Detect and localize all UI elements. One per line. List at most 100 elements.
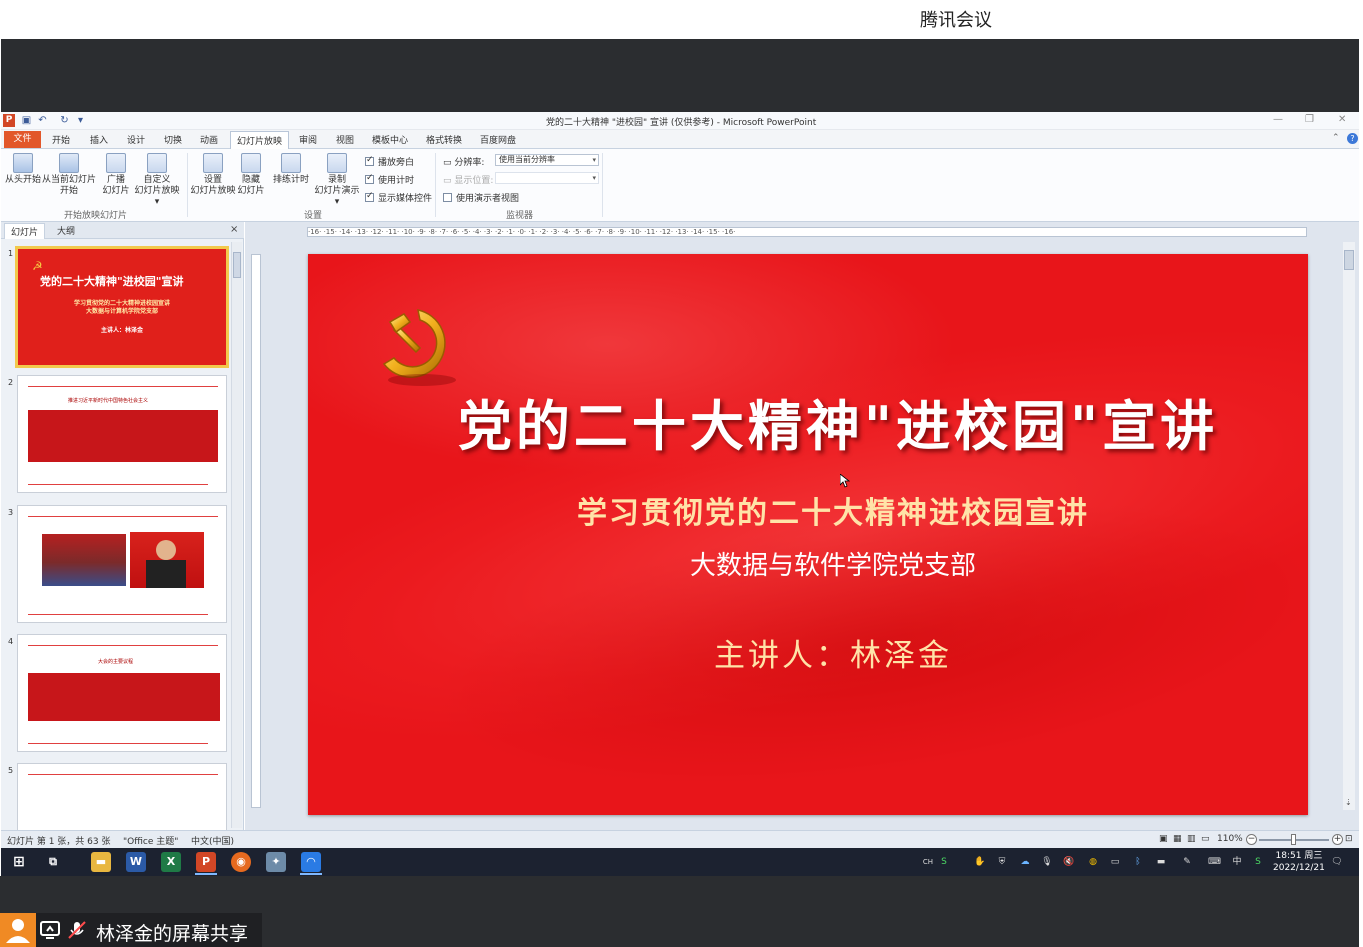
hand-icon[interactable]: ✋: [974, 856, 986, 868]
hide-slide-button[interactable]: 隐藏 幻灯片: [237, 153, 265, 197]
zoom-in-button[interactable]: +: [1332, 834, 1343, 845]
slide-thumbnail-2[interactable]: 推进习近平新时代中国特色社会主义: [17, 375, 227, 493]
tab-transitions[interactable]: 切换: [164, 133, 182, 146]
pane-scroll-thumb[interactable]: [233, 252, 241, 278]
slide-sorter-icon[interactable]: ▦: [1173, 834, 1182, 844]
help-icon[interactable]: ?: [1347, 133, 1358, 144]
presenter-view-checkbox[interactable]: 使用演示者视图: [443, 191, 519, 204]
keyboard-icon[interactable]: ⌨: [1208, 856, 1221, 868]
editor-scrollbar[interactable]: ⇣: [1343, 242, 1355, 810]
tab-slides[interactable]: 幻灯片: [4, 223, 46, 239]
display-tray-icon[interactable]: ▭: [1109, 856, 1121, 868]
editor-scroll-thumb[interactable]: [1344, 250, 1354, 270]
close-pane-icon[interactable]: ×: [230, 224, 238, 235]
checkbox-timings[interactable]: [365, 173, 374, 184]
save-icon[interactable]: ▣: [21, 115, 32, 126]
word-icon[interactable]: W: [126, 852, 146, 872]
tab-view[interactable]: 视图: [336, 133, 354, 146]
checkbox-presenter-view[interactable]: [443, 193, 452, 202]
firefox-icon[interactable]: ◉: [231, 852, 251, 872]
notification-icon[interactable]: 🗨: [1331, 856, 1343, 868]
windows-start-icon[interactable]: ⊞: [9, 852, 29, 872]
record-slideshow-button[interactable]: 录制 幻灯片演示 ▾: [311, 153, 363, 208]
battery-icon[interactable]: ▬: [1155, 856, 1167, 868]
setup-slideshow-button[interactable]: 设置 幻灯片放映: [189, 153, 237, 197]
zoom-out-button[interactable]: −: [1246, 834, 1257, 845]
pen-icon[interactable]: ✎: [1181, 856, 1193, 868]
tab-outline[interactable]: 大纲: [57, 224, 75, 237]
cloud-icon[interactable]: ☁: [1019, 856, 1031, 868]
pane-scrollbar[interactable]: [231, 242, 242, 828]
tab-home[interactable]: 开始: [52, 133, 70, 146]
slide-thumbnail-4[interactable]: 大会的主要议程: [17, 634, 227, 752]
slide-thumbnail-5[interactable]: [17, 763, 227, 833]
custom-slideshow-button[interactable]: 自定义 幻灯片放映 ▾: [132, 153, 182, 208]
file-explorer-icon[interactable]: ▬: [91, 852, 111, 872]
slide-thumbnail-3[interactable]: [17, 505, 227, 623]
tab-review[interactable]: 审阅: [299, 133, 317, 146]
tab-template-center[interactable]: 模板中心: [372, 133, 408, 146]
current-slide[interactable]: 党的二十大精神"进校园"宣讲 学习贯彻党的二十大精神进校园宣讲 大数据与软件学院…: [308, 254, 1308, 815]
resolution-dropdown[interactable]: 使用当前分辨率 ▾: [495, 154, 599, 166]
minimize-icon[interactable]: —: [1273, 114, 1283, 125]
redo-icon[interactable]: ↻: [59, 115, 70, 126]
system-clock[interactable]: 18:51 周三 2022/12/21: [1273, 850, 1325, 874]
slide-thumbnail-1[interactable]: ☭ 党的二十大精神"进校园"宣讲 学习贯彻党的二十大精神进校园宣讲 大数据与计算…: [15, 246, 229, 368]
tencent-meeting-icon[interactable]: ◠: [301, 852, 321, 872]
wechat-icon[interactable]: ◍: [1087, 856, 1099, 868]
powerpoint-taskbar-icon[interactable]: P: [196, 852, 216, 872]
slide-subtitle[interactable]: 学习贯彻党的二十大精神进校园宣讲: [308, 488, 1308, 532]
tab-format-convert[interactable]: 格式转换: [426, 133, 462, 146]
task-view-icon[interactable]: ⧉: [43, 852, 63, 872]
tab-design[interactable]: 设计: [127, 133, 145, 146]
play-narrations-checkbox[interactable]: 播放旁白: [365, 155, 414, 168]
broadcast-button[interactable]: 广播 幻灯片: [101, 153, 131, 197]
speaker-photo: [130, 532, 204, 588]
undo-icon[interactable]: ↶: [37, 115, 48, 126]
checkbox-media-controls[interactable]: [365, 191, 374, 202]
tab-slideshow[interactable]: 幻灯片放映: [230, 131, 290, 149]
restore-icon[interactable]: ❐: [1305, 114, 1314, 125]
zoom-level[interactable]: 110%: [1217, 834, 1243, 844]
ime-mode[interactable]: CH: [922, 856, 934, 868]
zoom-slider-handle[interactable]: [1291, 834, 1296, 845]
tab-insert[interactable]: 插入: [90, 133, 108, 146]
shield-icon[interactable]: ⛨: [996, 856, 1008, 868]
show-on-dropdown[interactable]: ▾: [495, 172, 599, 184]
from-current-button[interactable]: 从当前幻灯片 开始: [41, 153, 97, 197]
normal-view-icon[interactable]: ▣: [1159, 834, 1168, 844]
customize-toolbar-icon[interactable]: ▾: [75, 115, 86, 126]
tab-baidu-netdisk[interactable]: 百度网盘: [480, 133, 516, 146]
sogou-icon[interactable]: S: [938, 856, 950, 868]
ime-language[interactable]: 中: [1231, 856, 1243, 868]
rehearse-timings-button[interactable]: 排练计时: [271, 153, 311, 186]
slide-department[interactable]: 大数据与软件学院党支部: [308, 545, 1308, 582]
microphone-icon[interactable]: 🎙: [1041, 856, 1053, 868]
settings-app-icon[interactable]: ✦: [266, 852, 286, 872]
bluetooth-icon[interactable]: ᛒ: [1132, 856, 1144, 868]
show-media-controls-checkbox[interactable]: 显示媒体控件: [365, 191, 432, 204]
reading-view-icon[interactable]: ▥: [1187, 834, 1196, 844]
fit-slide-icon[interactable]: ⊡: [1345, 834, 1353, 844]
from-beginning-button[interactable]: 从头开始: [4, 153, 42, 186]
participant-avatar[interactable]: [0, 913, 36, 947]
slide-title[interactable]: 党的二十大精神"进校园"宣讲: [408, 382, 1268, 461]
use-timings-checkbox[interactable]: 使用计时: [365, 173, 414, 186]
screen-share-icon[interactable]: [39, 919, 61, 941]
sogou-input-icon[interactable]: S: [1252, 856, 1264, 868]
next-slide-icon[interactable]: ⇣: [1345, 798, 1352, 807]
checkbox-narrations[interactable]: [365, 155, 374, 166]
close-icon[interactable]: ✕: [1338, 114, 1346, 125]
tab-animations[interactable]: 动画: [200, 133, 218, 146]
slideshow-view-icon[interactable]: ▭: [1201, 834, 1210, 844]
tab-file[interactable]: 文件: [4, 131, 41, 148]
language[interactable]: 中文(中国): [191, 834, 234, 847]
slide-speaker[interactable]: 主讲人：林泽金: [308, 630, 1308, 675]
microphone-muted-icon[interactable]: [66, 919, 88, 941]
window-edge: [1359, 39, 1363, 947]
collapse-ribbon-icon[interactable]: ⌃: [1332, 133, 1340, 143]
excel-icon[interactable]: X: [161, 852, 181, 872]
speaker-muted-icon[interactable]: 🔇: [1063, 856, 1075, 868]
powerpoint-logo-icon[interactable]: P: [3, 114, 15, 127]
horizontal-ruler: ·16· ·15· ·14· ·13· ·12· ·11· ·10· ·9· ·…: [307, 227, 1307, 237]
